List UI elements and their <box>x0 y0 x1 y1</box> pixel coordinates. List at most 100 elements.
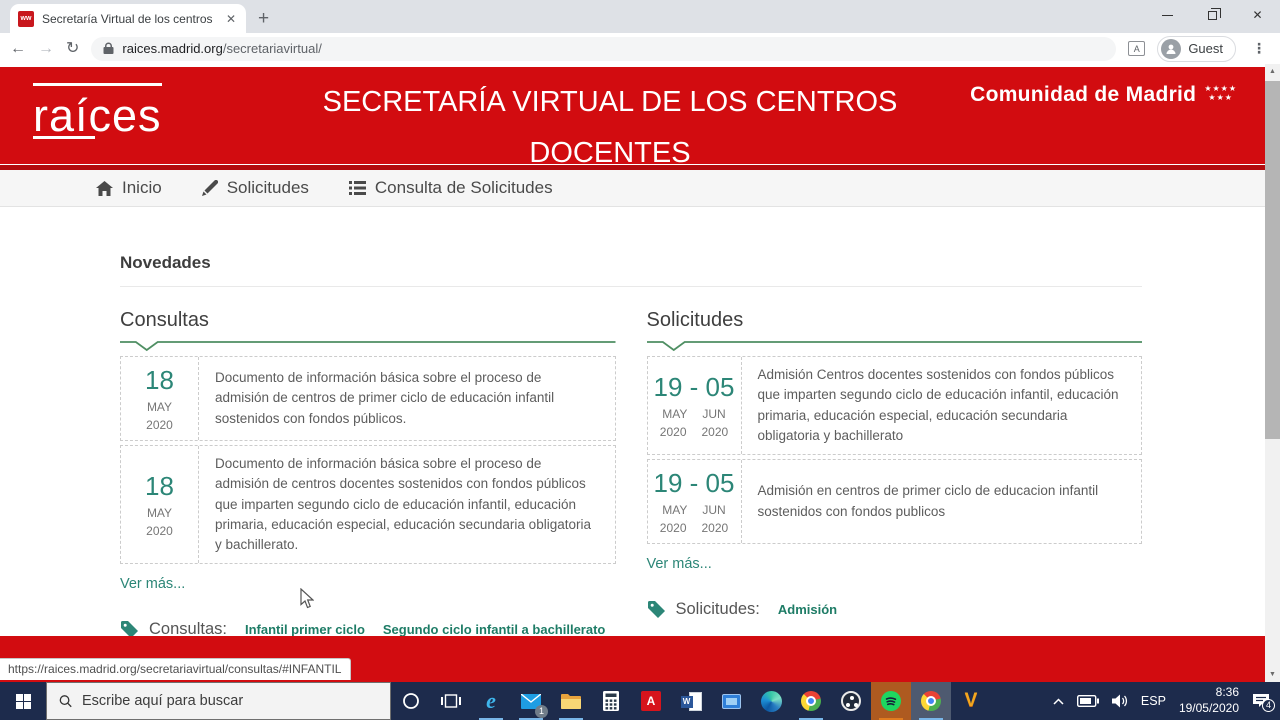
site-nav: Inicio Solicitudes Consulta de Solicitud… <box>0 170 1265 207</box>
tag-link-segundo-ciclo[interactable]: Segundo ciclo infantil a bachillerato <box>383 622 605 637</box>
item-year: 2020 <box>146 524 173 539</box>
profile-chip[interactable]: Guest <box>1157 35 1236 62</box>
language-indicator[interactable]: ESP <box>1141 694 1166 708</box>
cortana-button[interactable] <box>391 682 431 720</box>
nav-label: Consulta de Solicitudes <box>374 178 553 197</box>
folder-icon <box>561 694 581 709</box>
chrome-button[interactable] <box>791 682 831 720</box>
obs-icon <box>841 691 861 711</box>
item-date: 18 MAY 2020 <box>121 446 199 564</box>
translate-icon[interactable]: A <box>1128 41 1146 56</box>
item-days: 19 - 05 <box>653 468 735 498</box>
reload-button[interactable]: ↻ <box>66 40 79 57</box>
item-year-end: 2020 <box>701 521 729 535</box>
forward-button[interactable]: → <box>38 40 54 57</box>
scrollbar-down-button[interactable]: ▼ <box>1265 667 1280 682</box>
solicitudes-ver-mas-link[interactable]: Ver más... <box>647 556 712 572</box>
task-view-button[interactable] <box>431 682 471 720</box>
item-months: MAY JUN <box>662 407 725 421</box>
list-item[interactable]: 18 MAY 2020 Documento de información bás… <box>120 356 616 441</box>
nav-item-consulta-solicitudes[interactable]: Consulta de Solicitudes <box>348 178 553 198</box>
consultas-title: Consultas <box>120 309 209 331</box>
nav-label: Solicitudes <box>226 178 309 197</box>
browser-tab[interactable]: ww Secretaría Virtual de los centros ✕ <box>10 4 246 33</box>
edge-button[interactable] <box>751 682 791 720</box>
nav-item-solicitudes[interactable]: Solicitudes <box>201 178 309 198</box>
list-item[interactable]: 19 - 05 MAY JUN 2020 2020 Admis <box>646 459 1142 544</box>
tab-title: Secretaría Virtual de los centros <box>42 11 213 26</box>
solicitudes-list: 19 - 05 MAY JUN 2020 2020 Admisión Centr… <box>646 356 1142 544</box>
window-restore-button[interactable] <box>1190 0 1235 30</box>
item-month-start: MAY <box>662 407 688 421</box>
item-text: Admisión Centros docentes sostenidos con… <box>757 367 1119 443</box>
solicitudes-tags: Solicitudes: Admisión <box>647 600 1143 619</box>
action-center-button[interactable]: 4 <box>1252 693 1275 712</box>
freemake-button[interactable]: V <box>951 682 991 720</box>
page-scrollbar: ▲ ▼ <box>1265 64 1280 682</box>
window-close-button[interactable]: ✕ <box>1235 0 1280 30</box>
item-days: 19 - 05 <box>653 372 735 402</box>
window-minimize-button[interactable] <box>1145 0 1190 30</box>
calculator-button[interactable] <box>591 682 631 720</box>
search-input[interactable] <box>81 693 378 709</box>
item-month-end: JUN <box>702 503 726 517</box>
tags-label: Solicitudes: <box>675 600 760 618</box>
calculator-icon <box>603 691 619 711</box>
tag-icon <box>647 600 666 619</box>
item-day: 18 <box>145 365 174 395</box>
url-path: /secretariavirtual/ <box>222 41 322 56</box>
item-date: 18 MAY 2020 <box>121 357 199 440</box>
item-text: Admisión en centros de primer ciclo de e… <box>757 483 1099 519</box>
item-month: MAY <box>146 400 173 414</box>
item-text: Documento de información básica sobre el… <box>215 456 591 552</box>
profile-name: Guest <box>1188 41 1223 56</box>
tag-link-infantil-primer-ciclo[interactable]: Infantil primer ciclo <box>245 622 365 637</box>
minimize-icon <box>1162 14 1173 16</box>
battery-icon[interactable] <box>1076 695 1099 707</box>
acrobat-button[interactable]: A <box>631 682 671 720</box>
obs-button[interactable] <box>831 682 871 720</box>
file-explorer-button[interactable] <box>551 682 591 720</box>
madrid-flag-stars-icon: ★★★★ ★★★ <box>1204 84 1237 103</box>
divider <box>120 286 1142 287</box>
scrollbar-thumb[interactable] <box>1265 81 1280 439</box>
monitor-app-button[interactable] <box>711 682 751 720</box>
consultas-ver-mas-link[interactable]: Ver más... <box>120 576 185 592</box>
chrome-active-button[interactable] <box>911 682 951 720</box>
clock-date: 19/05/2020 <box>1178 701 1239 715</box>
acrobat-icon: A <box>641 691 661 711</box>
stars-row-bottom: ★★★ <box>1208 92 1233 102</box>
volume-icon[interactable] <box>1111 694 1128 708</box>
taskbar-clock[interactable]: 8:36 19/05/2020 <box>1179 685 1239 716</box>
nav-item-inicio[interactable]: Inicio <box>96 178 162 198</box>
word-button[interactable]: W <box>671 682 711 720</box>
internet-explorer-button[interactable]: e <box>471 682 511 720</box>
list-item[interactable]: 18 MAY 2020 Documento de información bás… <box>120 445 616 565</box>
close-icon: ✕ <box>1252 8 1263 22</box>
chrome-icon <box>921 691 941 711</box>
browser-toolbar: ← → ↻ raices.madrid.org/secretariavirtua… <box>0 33 1280 64</box>
edge-icon <box>760 690 782 712</box>
back-button[interactable]: ← <box>10 40 26 57</box>
solicitudes-title: Solicitudes <box>646 309 744 331</box>
item-month-end: JUN <box>702 407 726 421</box>
spotify-button[interactable] <box>871 682 911 720</box>
clock-time: 8:36 <box>1215 685 1239 700</box>
browser-menu-icon[interactable]: ⋮ <box>1248 40 1270 57</box>
page-title: Novedades <box>120 253 211 272</box>
tab-close-icon[interactable]: ✕ <box>224 12 238 26</box>
freemake-icon: V <box>964 690 978 711</box>
list-item[interactable]: 19 - 05 MAY JUN 2020 2020 Admis <box>646 356 1142 455</box>
tray-expand-chevron-icon[interactable] <box>1053 697 1064 705</box>
taskbar-search[interactable] <box>46 682 391 720</box>
page-viewport: raíces SECRETARÍA VIRTUAL DE LOS CENTROS… <box>0 64 1265 682</box>
tag-link-admision[interactable]: Admisión <box>778 602 837 617</box>
avatar <box>1161 38 1182 59</box>
new-tab-button[interactable]: + <box>258 9 269 28</box>
address-bar[interactable]: raices.madrid.org/secretariavirtual/ <box>91 36 1117 61</box>
raices-logo[interactable]: raíces <box>33 83 162 142</box>
list-icon <box>348 181 366 195</box>
scrollbar-up-button[interactable]: ▲ <box>1265 64 1280 79</box>
mail-button[interactable]: 1 <box>511 682 551 720</box>
start-button[interactable] <box>0 682 46 720</box>
